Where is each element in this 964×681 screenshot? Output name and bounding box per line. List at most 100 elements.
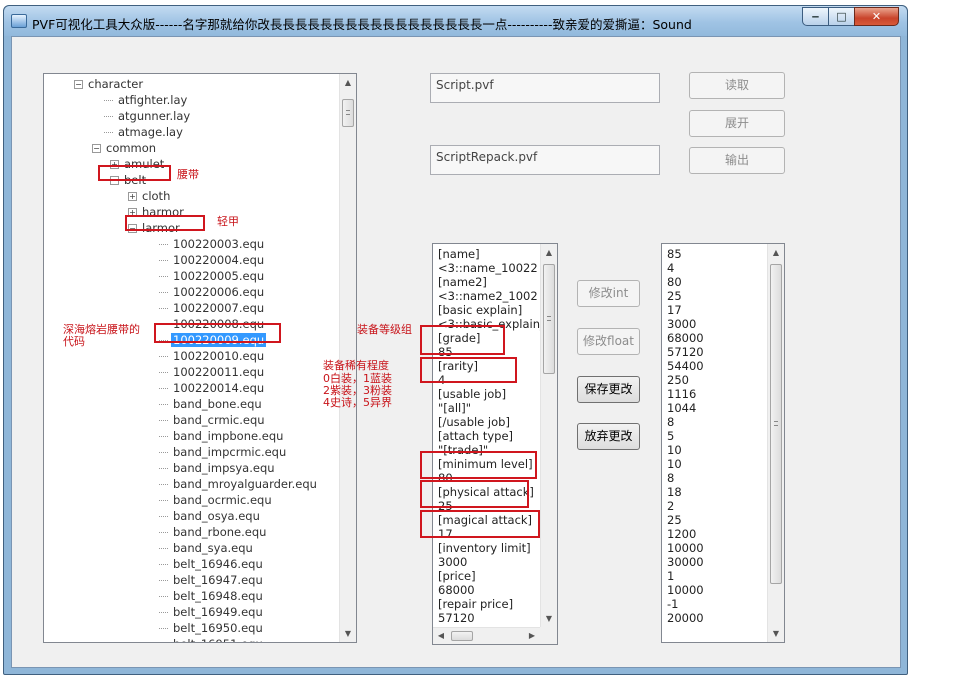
maximize-icon[interactable]: □	[828, 7, 855, 26]
value-line[interactable]: 20000	[667, 611, 704, 625]
tree-node[interactable]: − common	[92, 140, 158, 156]
value-line[interactable]: 10	[667, 457, 704, 471]
scroll-up-arrow-icon[interactable]: ▲	[768, 244, 784, 261]
tree-node[interactable]: band_impsya.equ	[159, 460, 277, 476]
value-line[interactable]: -1	[667, 597, 704, 611]
save-changes-button[interactable]: 保存更改	[577, 376, 640, 403]
tree-node[interactable]: belt_16950.equ	[159, 620, 265, 636]
tree-node[interactable]: belt_16947.equ	[159, 572, 265, 588]
minimize-icon[interactable]: ‒	[802, 7, 829, 26]
scroll-up-arrow-icon[interactable]: ▲	[340, 74, 356, 91]
script-line[interactable]: [/usable job]	[438, 415, 546, 429]
expand-button[interactable]: 展开	[689, 110, 785, 137]
tree-vertical-scrollbar[interactable]: ▲ ▼	[339, 74, 356, 642]
script-line[interactable]: [repair price]	[438, 597, 546, 611]
script-line[interactable]: [name]	[438, 247, 546, 261]
script-line[interactable]: [price]	[438, 569, 546, 583]
repack-pvf-field[interactable]: ScriptRepack.pvf	[430, 145, 660, 175]
script-line[interactable]: <3::name_10022	[438, 261, 546, 275]
tree-node[interactable]: 100220010.equ	[159, 348, 266, 364]
value-line[interactable]: 80	[667, 275, 704, 289]
script-content-list[interactable]: [name] <3::name_10022 [name2] <3::name2_100…	[432, 243, 558, 645]
value-line[interactable]: 1116	[667, 387, 704, 401]
tree-node[interactable]: 100220005.equ	[159, 268, 266, 284]
script-line[interactable]: [basic explain]	[438, 303, 546, 317]
value-line[interactable]: 8	[667, 471, 704, 485]
tree-node[interactable]: band_impbone.equ	[159, 428, 285, 444]
tree-node[interactable]: + cloth	[128, 188, 172, 204]
value-line[interactable]: 85	[667, 247, 704, 261]
tree-node[interactable]: belt_16946.equ	[159, 556, 265, 572]
script-line[interactable]: [attach type]	[438, 429, 546, 443]
tree-node[interactable]: 100220011.equ	[159, 364, 266, 380]
tree-node[interactable]: belt_16949.equ	[159, 604, 265, 620]
script-line[interactable]: 3000	[438, 555, 546, 569]
tree-node[interactable]: band_rbone.equ	[159, 524, 268, 540]
collapse-minus-icon[interactable]: −	[92, 144, 101, 153]
scroll-left-arrow-icon[interactable]: ◀	[433, 628, 449, 644]
tree-node[interactable]: atgunner.lay	[104, 108, 192, 124]
value-line[interactable]: 10000	[667, 541, 704, 555]
close-icon[interactable]: ✕	[854, 7, 899, 26]
tree-node[interactable]: 100220004.equ	[159, 252, 266, 268]
tree-node[interactable]: band_ocrmic.equ	[159, 492, 274, 508]
value-line[interactable]: 57120	[667, 345, 704, 359]
scroll-thumb[interactable]	[543, 264, 555, 374]
value-line[interactable]: 4	[667, 261, 704, 275]
script-line[interactable]: "[all]"	[438, 401, 546, 415]
value-line[interactable]: 2	[667, 499, 704, 513]
value-line[interactable]: 25	[667, 513, 704, 527]
pvf-tree-view[interactable]: − character atfighter.lay atgunner.lay atmag…	[43, 73, 357, 643]
values-vertical-scrollbar[interactable]: ▲ ▼	[767, 244, 784, 642]
tree-node[interactable]: 100220006.equ	[159, 284, 266, 300]
script-horizontal-scrollbar[interactable]: ◀ ▶	[433, 627, 540, 644]
tree-node[interactable]: band_sya.equ	[159, 540, 255, 556]
read-button[interactable]: 读取	[689, 72, 785, 99]
script-line[interactable]: <3::name2_1002	[438, 289, 546, 303]
tree-node[interactable]: band_mroyalguarder.equ	[159, 476, 319, 492]
scroll-thumb[interactable]	[770, 264, 782, 584]
value-line[interactable]: 18	[667, 485, 704, 499]
tree-node[interactable]: band_bone.equ	[159, 396, 264, 412]
tree-node[interactable]: 100220014.equ	[159, 380, 266, 396]
value-line[interactable]: 30000	[667, 555, 704, 569]
value-line[interactable]: 17	[667, 303, 704, 317]
tree-node[interactable]: 100220003.equ	[159, 236, 266, 252]
value-line[interactable]: 1200	[667, 527, 704, 541]
tree-node[interactable]: band_osya.equ	[159, 508, 262, 524]
tree-node[interactable]: belt_16951.equ	[159, 636, 265, 642]
script-line[interactable]: [name2]	[438, 275, 546, 289]
values-list[interactable]: 85 4 80 25 17 3000 68000 57120 54400 250 1116 1044 8…	[661, 243, 785, 643]
value-line[interactable]: 5	[667, 429, 704, 443]
value-line[interactable]: 1044	[667, 401, 704, 415]
tree-node[interactable]: belt_16948.equ	[159, 588, 265, 604]
script-line[interactable]: 57120	[438, 611, 546, 625]
value-line[interactable]: 250	[667, 373, 704, 387]
scroll-thumb[interactable]	[451, 631, 473, 641]
value-line[interactable]: 10000	[667, 583, 704, 597]
script-pvf-field[interactable]: Script.pvf	[430, 73, 660, 103]
tree-node[interactable]: atmage.lay	[104, 124, 185, 140]
script-line[interactable]: [inventory limit]	[438, 541, 546, 555]
scroll-up-arrow-icon[interactable]: ▲	[541, 244, 557, 261]
discard-changes-button[interactable]: 放弃更改	[577, 423, 640, 450]
export-button[interactable]: 输出	[689, 147, 785, 174]
value-line[interactable]: 1	[667, 569, 704, 583]
scroll-right-arrow-icon[interactable]: ▶	[524, 628, 540, 644]
tree-node[interactable]: − character	[74, 76, 145, 92]
scroll-down-arrow-icon[interactable]: ▼	[340, 625, 356, 642]
scroll-down-arrow-icon[interactable]: ▼	[768, 625, 784, 642]
value-line[interactable]: 68000	[667, 331, 704, 345]
script-line[interactable]: 68000	[438, 583, 546, 597]
value-line[interactable]: 10	[667, 443, 704, 457]
collapse-minus-icon[interactable]: −	[74, 80, 83, 89]
value-line[interactable]: 25	[667, 289, 704, 303]
title-bar[interactable]: PVF可视化工具大众版------名字那就给你改長長長長長長長長長長長長長長長長…	[4, 6, 907, 36]
value-line[interactable]: 54400	[667, 359, 704, 373]
scroll-down-arrow-icon[interactable]: ▼	[541, 610, 557, 627]
modify-float-button[interactable]: 修改float	[577, 328, 640, 355]
modify-int-button[interactable]: 修改int	[577, 280, 640, 307]
tree-node[interactable]: atfighter.lay	[104, 92, 189, 108]
tree-node[interactable]: 100220007.equ	[159, 300, 266, 316]
tree-node[interactable]: band_impcrmic.equ	[159, 444, 288, 460]
